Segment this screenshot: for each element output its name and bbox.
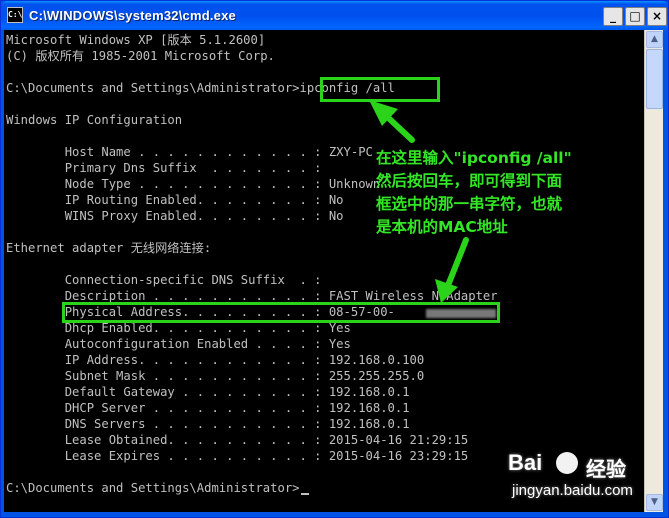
annotation-arrows (369, 100, 469, 303)
instruction-annotation: 在这里输入"ipconfig /all" 然后按回车，即可得到下面 框选中的那一… (376, 149, 572, 236)
watermark-url: jingyan.baidu.com (512, 482, 633, 499)
arrow-to-command (369, 100, 415, 143)
baidu-jingyan-watermark: Bai 经验 jingyan.baidu.com (508, 450, 658, 510)
paw-logo-icon (556, 452, 578, 474)
baidu-logo-text: Bai (508, 450, 543, 475)
arrow-to-mac (435, 237, 469, 303)
jingyan-label: 经验 (586, 457, 626, 481)
